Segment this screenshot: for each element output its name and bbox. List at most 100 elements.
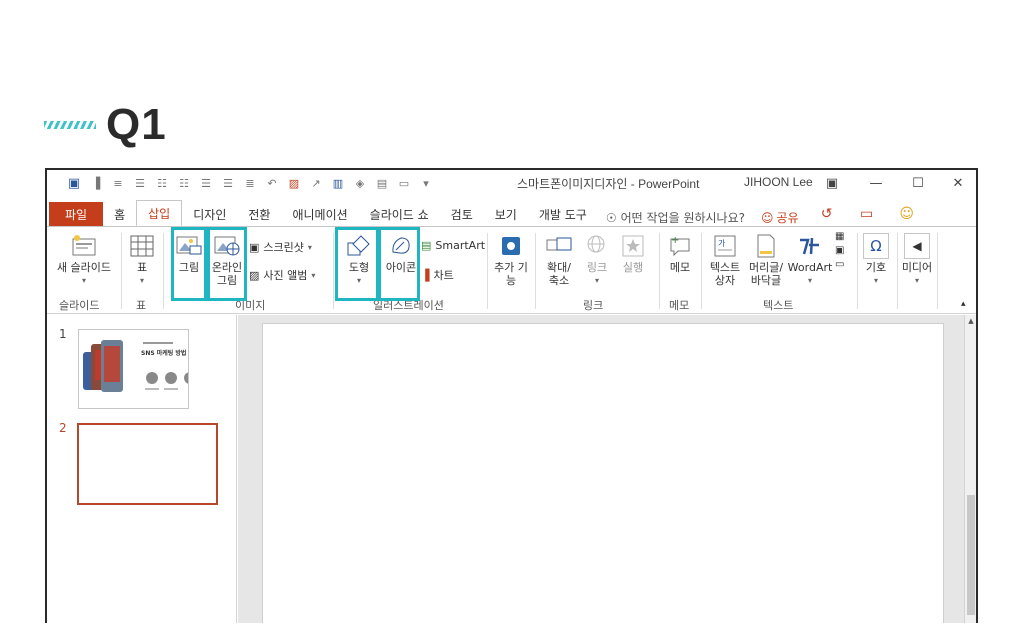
chevron-down-icon: ▾ — [307, 242, 312, 252]
zoom-label-1: 확대/ — [547, 261, 571, 274]
screenshot-label: 스크린샷 — [263, 241, 304, 254]
collapse-ribbon-icon[interactable]: ▴ — [961, 299, 966, 309]
indent-icon[interactable]: ☰ — [131, 175, 149, 191]
document-title: 스마트폰이미지디자인 - PowerPoint — [517, 177, 700, 191]
wordart-icon — [797, 233, 823, 259]
tab-transitions[interactable]: 전환 — [237, 202, 281, 226]
save-icon[interactable]: ▣ — [65, 175, 83, 191]
highlight-shapes — [335, 227, 379, 301]
present-icon[interactable]: ▭ — [395, 175, 413, 191]
list-icon[interactable]: ☰ — [219, 175, 237, 191]
chevron-down-icon: ▾ — [139, 276, 144, 285]
link-label: 링크 — [586, 261, 608, 274]
tab-insert[interactable]: 삽입 — [136, 200, 183, 226]
screenshot-button[interactable]: ▣ 스크린샷 ▾ — [249, 239, 312, 255]
date-time-icon[interactable]: ▦ — [835, 231, 844, 242]
smiley-icon[interactable]: ☺ — [887, 202, 927, 226]
chart-label: 차트 — [433, 269, 454, 282]
quick-access-toolbar: ▣ ▐ ≡ ☰ ☷ ☷ ☰ ☰ ≣ ↶ ▨ ↗ ▥ ◈ ▤ ▭ ▾ — [47, 175, 435, 191]
minimize-icon[interactable]: — — [855, 170, 897, 196]
vertical-scrollbar[interactable]: ▲ — [964, 315, 976, 623]
zoom-button[interactable]: 확대/ 축소 — [539, 233, 579, 287]
tab-developer[interactable]: 개발 도구 — [528, 202, 598, 226]
slide-canvas[interactable] — [262, 323, 944, 623]
store-icon — [498, 233, 524, 259]
person-icon: ☺ — [761, 210, 774, 225]
lightbulb-icon: ☉ — [605, 210, 617, 225]
question-heading: Q1 — [44, 100, 167, 150]
tab-slide-show[interactable]: 슬라이드 쇼 — [359, 202, 440, 226]
table-label: 표 — [136, 261, 148, 274]
addins-label-1: 추가 기 — [494, 261, 528, 274]
stripe-decoration — [44, 121, 96, 129]
symbols-button[interactable]: Ω 기호 ▾ — [859, 233, 893, 287]
user-name[interactable]: JIHOON Lee — [744, 175, 813, 189]
textbox-label-2: 상자 — [714, 274, 736, 287]
action-button[interactable]: 실행 — [615, 233, 651, 274]
photo-album-icon: ▨ — [249, 268, 260, 282]
format-icon[interactable]: ☷ — [153, 175, 171, 191]
picture-format-icon[interactable]: ▨ — [285, 175, 303, 191]
tab-file[interactable]: 파일 — [49, 202, 104, 226]
tab-home[interactable]: 홈 — [103, 202, 136, 226]
highlight-online-picture — [207, 227, 247, 301]
comments-icon[interactable]: ▭ — [847, 202, 887, 226]
textbox-button[interactable]: 가 텍스트 상자 — [705, 233, 745, 287]
slide-thumbnail-2[interactable] — [77, 423, 218, 505]
undo-icon[interactable]: ↶ — [263, 175, 281, 191]
customize-qat-icon[interactable]: ▾ — [417, 175, 435, 191]
link-button[interactable]: 링크 ▾ — [579, 233, 615, 287]
comment-button[interactable]: + 메모 — [663, 233, 697, 274]
zoom-label-2: 축소 — [548, 274, 570, 287]
tab-animations[interactable]: 애니메이션 — [281, 202, 358, 226]
addins-button[interactable]: 추가 기 능 — [491, 233, 531, 287]
tab-design[interactable]: 디자인 — [182, 202, 237, 226]
align-icon[interactable]: ≡ — [109, 175, 127, 191]
highlight-icons — [378, 227, 420, 301]
slide-thumbnail-pane: 1 SNS 마케팅 방법 예시 2 — [47, 315, 237, 623]
tab-review[interactable]: 검토 — [440, 202, 484, 226]
tab-view[interactable]: 보기 — [484, 202, 528, 226]
chevron-down-icon: ▾ — [873, 276, 878, 285]
smartart-button[interactable]: ▤ SmartArt — [421, 239, 485, 252]
group-label-links: 링크 — [583, 299, 604, 312]
omega-icon: Ω — [863, 233, 889, 259]
distribute-icon[interactable]: ☰ — [197, 175, 215, 191]
chart-bar-icon[interactable]: ▐ — [87, 175, 105, 191]
group-label-comments: 메모 — [669, 299, 690, 312]
ribbon-display-icon[interactable]: ▣ — [811, 170, 853, 196]
layout-icon[interactable]: ▥ — [329, 175, 347, 191]
group-divider — [897, 233, 898, 309]
table-icon — [129, 233, 155, 259]
new-slide-icon — [71, 233, 97, 259]
bullets-icon[interactable]: ≣ — [241, 175, 259, 191]
tell-me-search[interactable]: ☉ 어떤 작업을 원하시나요? — [598, 209, 753, 226]
smartart-label: SmartArt — [435, 239, 486, 252]
table-button[interactable]: 표 ▾ — [127, 233, 157, 287]
group-divider — [701, 233, 702, 309]
chart-button[interactable]: ▐ 차트 — [421, 267, 454, 283]
media-button[interactable]: ◀ 미디어 ▾ — [899, 233, 935, 287]
slide-editor — [238, 315, 966, 623]
slide-number-icon[interactable]: ▣ — [835, 245, 844, 256]
shape-fill-icon[interactable]: ◈ — [351, 175, 369, 191]
slide-thumbnail-1[interactable]: SNS 마케팅 방법 예시 — [78, 329, 189, 409]
share-button[interactable]: ☺ 공유 — [753, 209, 807, 226]
photo-album-button[interactable]: ▨ 사진 앨범 ▾ — [249, 267, 315, 283]
new-slide-button[interactable]: 새 슬라이드 ▾ — [53, 233, 115, 287]
slide-number: 1 — [59, 327, 67, 341]
wordart-button[interactable]: WordArt ▾ — [787, 233, 833, 287]
format-painter-icon[interactable]: ↗ — [307, 175, 325, 191]
group-icon[interactable]: ☷ — [175, 175, 193, 191]
close-icon[interactable]: ✕ — [937, 170, 976, 196]
chevron-down-icon: ▾ — [594, 276, 599, 285]
maximize-icon[interactable]: ☐ — [897, 170, 939, 196]
arrange-icon[interactable]: ▤ — [373, 175, 391, 191]
scroll-up-icon[interactable]: ▲ — [965, 315, 976, 327]
chart-icon: ▐ — [421, 268, 430, 282]
scroll-thumb[interactable] — [967, 495, 975, 615]
history-icon[interactable]: ↺ — [807, 202, 847, 226]
object-icon[interactable]: ▭ — [835, 259, 844, 270]
header-footer-button[interactable]: 머리글/ 바닥글 — [745, 233, 787, 287]
powerpoint-window: ▣ ▐ ≡ ☰ ☷ ☷ ☰ ☰ ≣ ↶ ▨ ↗ ▥ ◈ ▤ ▭ ▾ 스마트폰이미… — [45, 168, 978, 623]
